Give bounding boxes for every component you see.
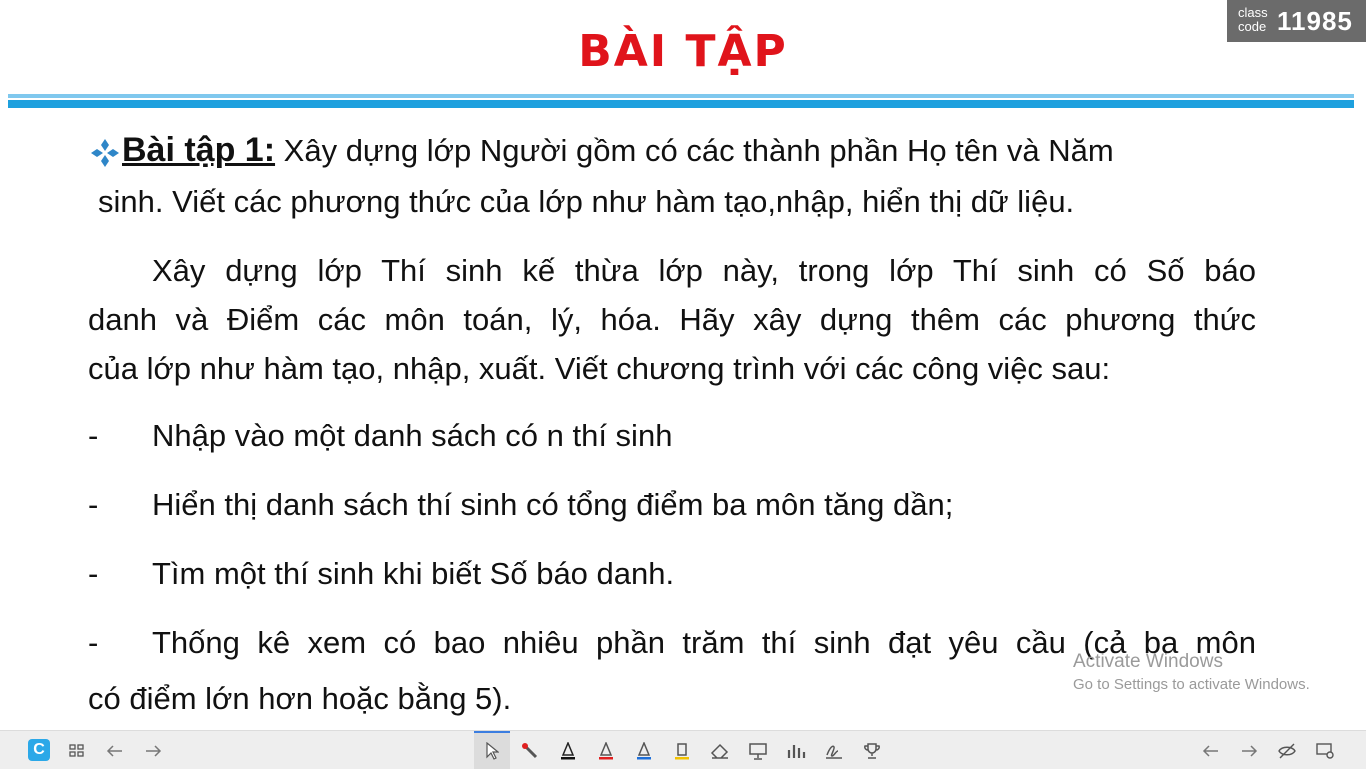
- diamond-bullet-icon: [91, 139, 119, 167]
- hide-icon[interactable]: [1276, 740, 1298, 762]
- bullet-marker: -: [88, 418, 99, 453]
- presentation-toolbar: C: [0, 730, 1366, 769]
- laser-pen-icon[interactable]: [519, 740, 541, 762]
- paragraph-line1: Xây dựng lớp Thí sinh kế thừa lớp này, t…: [152, 253, 1256, 288]
- class-code-badge: class code 11985: [1227, 0, 1366, 42]
- bullet-item-1: Nhập vào một danh sách có n thí sinh: [152, 418, 673, 453]
- bullet-item-3: Tìm một thí sinh khi biết Số báo danh.: [152, 556, 675, 591]
- exercise-heading: Bài tập 1:: [122, 131, 276, 169]
- slide-title: BÀI TẬP: [578, 26, 788, 77]
- forward-arrow-icon[interactable]: [142, 740, 164, 762]
- prev-slide-icon[interactable]: [1200, 740, 1222, 762]
- settings-icon[interactable]: [1314, 740, 1336, 762]
- activate-windows-subtitle: Go to Settings to activate Windows.: [1073, 676, 1310, 693]
- bullet-marker: -: [88, 556, 99, 591]
- red-pen-icon[interactable]: [595, 740, 617, 762]
- paragraph-line3: của lớp như hàm tạo, nhập, xuất. Viết ch…: [88, 351, 1111, 386]
- exercise-intro-line1: Bài tập 1: Xây dựng lớp Người gồm có các…: [122, 126, 1256, 175]
- bullet-marker: -: [88, 487, 99, 522]
- back-arrow-icon[interactable]: [104, 740, 126, 762]
- chart-icon[interactable]: [785, 740, 807, 762]
- app-logo-icon[interactable]: C: [28, 739, 50, 761]
- class-code-number: 11985: [1277, 6, 1353, 36]
- blue-pen-icon[interactable]: [633, 740, 655, 762]
- bullet-item-2: Hiển thị danh sách thí sinh có tổng điểm…: [152, 487, 954, 522]
- paragraph-line2: danh và Điểm các môn toán, lý, hóa. Hãy …: [88, 302, 1256, 337]
- trophy-icon[interactable]: [861, 740, 883, 762]
- intro-text-1: Xây dựng lớp Người gồm có các thành phần…: [275, 133, 1114, 168]
- grid-icon[interactable]: [66, 740, 88, 762]
- pointer-icon[interactable]: [474, 731, 510, 769]
- whiteboard-icon[interactable]: [747, 740, 769, 762]
- black-pen-icon[interactable]: [557, 740, 579, 762]
- activate-windows-title: Activate Windows: [1073, 651, 1223, 672]
- signature-icon[interactable]: [823, 740, 845, 762]
- next-slide-icon[interactable]: [1238, 740, 1260, 762]
- class-code-label: class code: [1238, 5, 1268, 34]
- eraser-icon[interactable]: [709, 740, 731, 762]
- title-underline-bar: [8, 94, 1354, 108]
- exercise-intro-line2: sinh. Viết các phương thức của lớp như h…: [98, 184, 1075, 219]
- highlighter-icon[interactable]: [671, 740, 693, 762]
- bullet-marker: -: [88, 625, 99, 660]
